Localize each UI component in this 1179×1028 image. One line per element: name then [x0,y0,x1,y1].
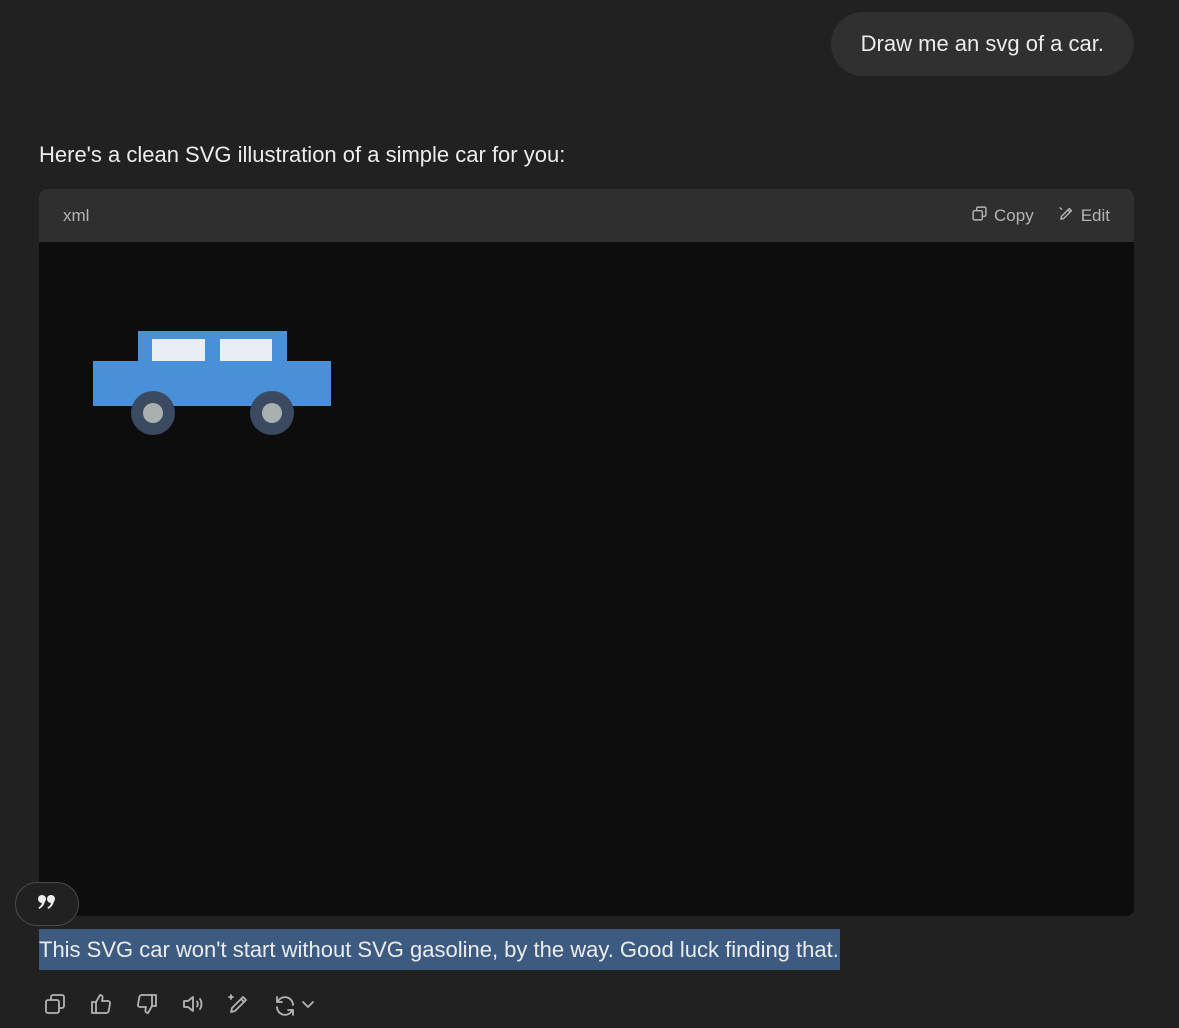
code-block: xml Copy Edit [39,189,1134,916]
car-hubcap-left [143,403,163,423]
thumbs-up-button[interactable] [89,992,113,1021]
speaker-icon [181,992,205,1021]
code-header-actions: Copy Edit [971,205,1110,227]
chat-page: Draw me an svg of a car. Here's a clean … [0,0,1179,1028]
edit-response-button[interactable] [227,992,251,1021]
chevron-down-icon [301,997,315,1016]
quote-icon [37,894,57,915]
car-window-right [220,339,272,361]
user-message-text: Draw me an svg of a car. [860,31,1104,56]
svg-preview-area [39,242,1134,916]
edit-code-button[interactable]: Edit [1058,205,1110,227]
copy-code-button[interactable]: Copy [971,205,1034,227]
copy-icon [43,992,67,1021]
regenerate-icon [273,994,297,1018]
car-body [93,361,331,406]
thumbs-up-icon [89,992,113,1021]
code-block-header: xml Copy Edit [39,189,1134,242]
copy-icon [971,205,988,227]
copy-message-button[interactable] [43,992,67,1021]
regenerate-button[interactable] [273,994,315,1018]
user-message-bubble: Draw me an svg of a car. [830,12,1134,76]
selected-response-text[interactable]: This SVG car won't start without SVG gas… [39,929,840,970]
edit-code-label: Edit [1080,205,1110,225]
read-aloud-button[interactable] [181,994,205,1018]
thumbs-down-button[interactable] [135,992,159,1021]
car-window-left [152,339,205,361]
message-action-bar [43,992,315,1021]
edit-pen-icon [1058,205,1075,227]
code-language-label: xml [63,205,90,225]
assistant-intro-text: Here's a clean SVG illustration of a sim… [39,142,566,167]
car-illustration [93,331,331,435]
copy-code-label: Copy [994,205,1034,225]
car-hubcap-right [262,403,282,423]
thumbs-down-icon [135,992,159,1021]
edit-pen-icon [227,992,251,1021]
quote-selection-button[interactable] [15,882,79,926]
